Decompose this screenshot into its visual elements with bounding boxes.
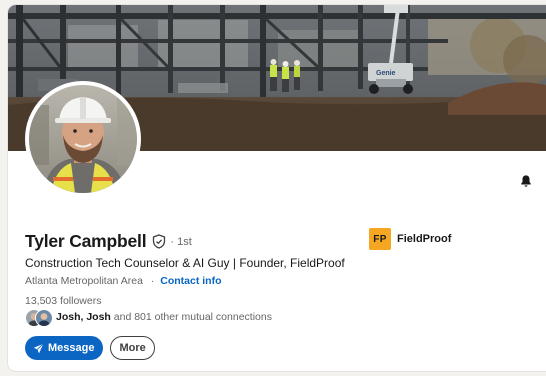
mutual-connections-text: Josh, Josh and 801 other mutual connecti… [56,311,272,323]
verified-shield-icon[interactable] [152,234,166,249]
mutual-avatars [25,308,53,327]
mutual-rest: and 801 other mutual connections [110,311,272,323]
connection-degree: · 1st [170,235,192,248]
name-row: Tyler Campbell · 1st [25,231,192,252]
lift-brand-text: Genie [376,70,396,77]
mutual-names: Josh, Josh [56,311,111,323]
followers-count[interactable]: 13,503 followers [25,295,101,307]
location-separator: · [150,275,155,287]
message-button[interactable]: Message [25,336,104,360]
company-name: FieldProof [397,233,452,245]
mutual-avatar [35,309,53,327]
message-button-label: Message [48,342,95,354]
company-logo: FP [369,228,391,250]
current-company-link[interactable]: FP FieldProof [369,228,451,250]
profile-headline: Construction Tech Counselor & AI Guy | F… [25,256,345,270]
location-row: Atlanta Metropolitan Area · Contact info [25,275,222,287]
profile-name: Tyler Campbell [25,231,147,251]
location-text: Atlanta Metropolitan Area [25,275,143,287]
company-logo-text: FP [373,233,387,245]
more-button[interactable]: More [110,336,155,360]
notify-bell-button[interactable] [519,174,533,193]
profile-card: Genie Tyler Campbell · 1st Construction … [8,5,546,371]
action-buttons: Message More [25,336,155,360]
profile-photo [29,85,137,193]
contact-info-link[interactable]: Contact info [160,275,221,287]
more-button-label: More [119,342,146,354]
paper-plane-icon [33,342,44,353]
profile-avatar[interactable] [25,81,141,197]
bell-icon [521,175,531,187]
mutual-connections-link[interactable]: Josh, Josh and 801 other mutual connecti… [25,308,272,327]
